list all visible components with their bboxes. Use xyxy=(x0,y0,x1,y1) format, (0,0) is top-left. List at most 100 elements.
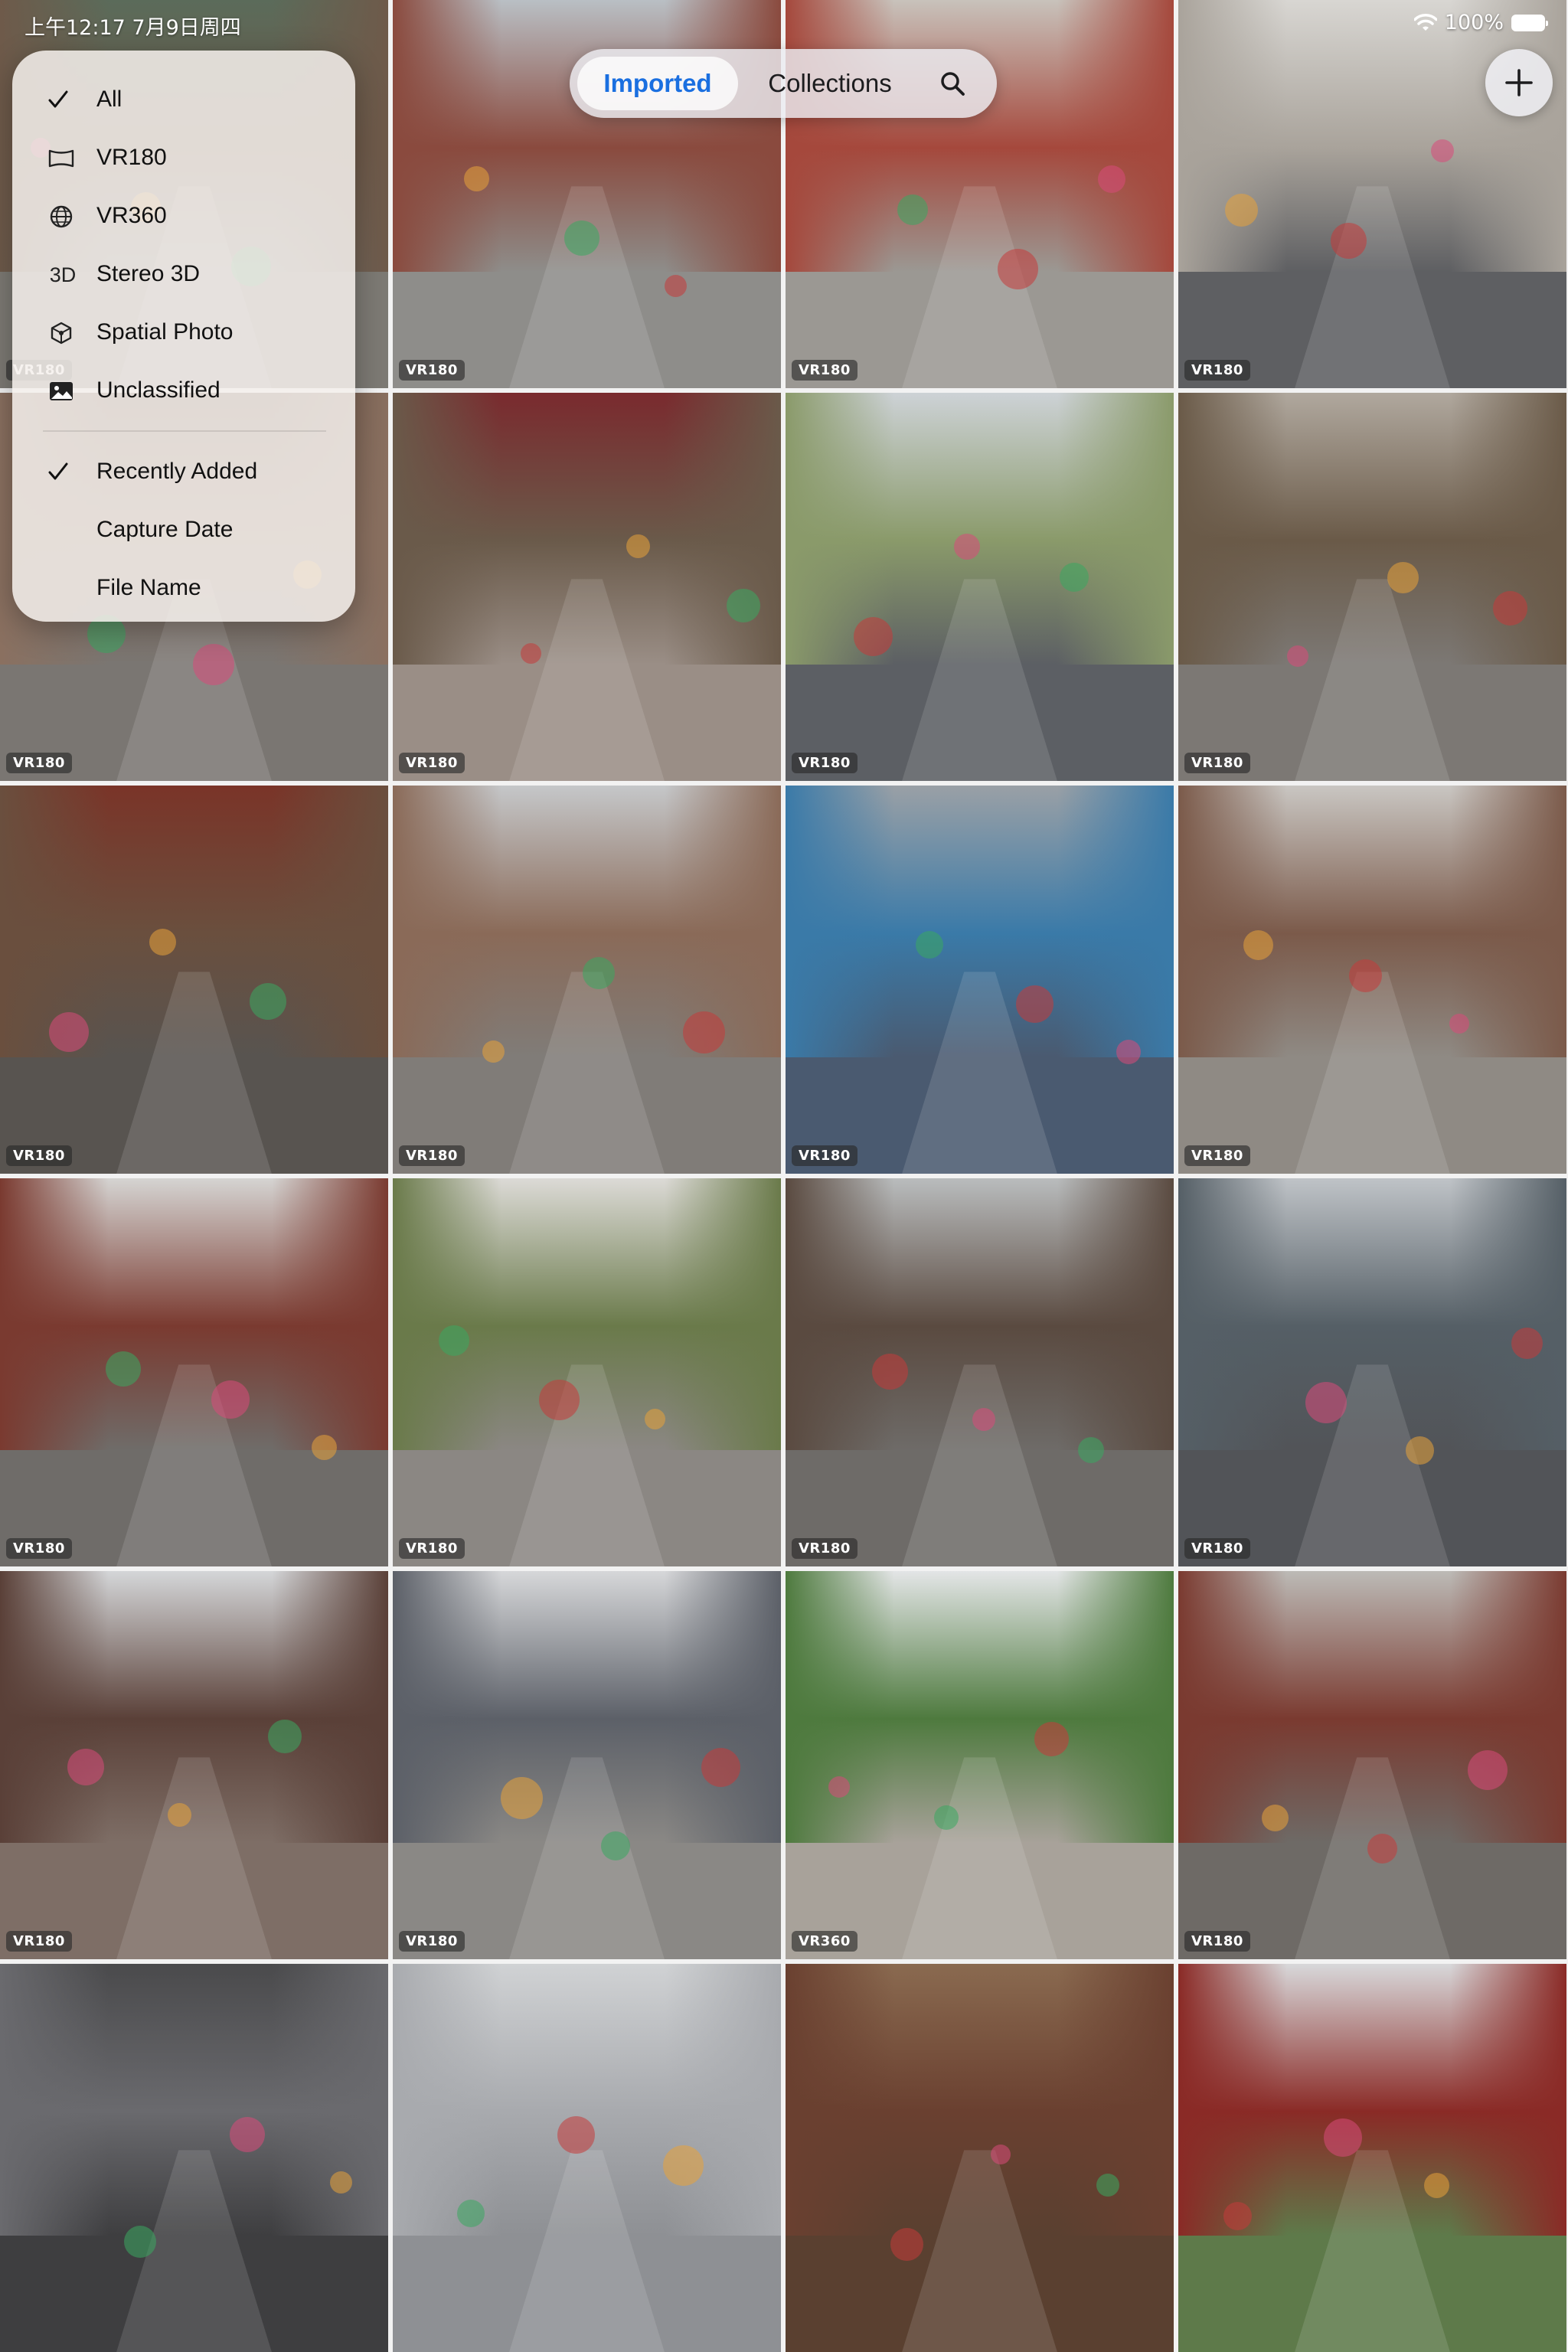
thumbnail-detail xyxy=(854,617,893,656)
thumbnail-detail xyxy=(1511,1328,1543,1359)
thumbnail-detail xyxy=(998,249,1038,289)
format-badge: VR180 xyxy=(399,753,465,773)
menu-item-label: VR180 xyxy=(96,145,167,170)
thumbnail-building xyxy=(1057,1571,1174,1863)
thumbnail-detail xyxy=(890,2228,923,2261)
thumbnail-building xyxy=(1449,1964,1566,2256)
thumbnail-detail xyxy=(149,929,176,956)
photo-thumbnail[interactable]: VR180 xyxy=(1178,786,1566,1174)
photo-thumbnail[interactable] xyxy=(786,1964,1174,2352)
format-badge: VR180 xyxy=(1184,753,1250,773)
thumbnail-building xyxy=(664,1178,781,1470)
thumbnail-building xyxy=(271,786,388,1077)
thumbnail-detail xyxy=(872,1354,908,1390)
thumbnail-building xyxy=(1449,0,1566,292)
photo-thumbnail[interactable] xyxy=(393,1964,781,2352)
photo-thumbnail[interactable]: VR180 xyxy=(786,786,1174,1174)
photo-thumbnail[interactable]: VR180 xyxy=(0,1571,388,1959)
thumbnail-building xyxy=(786,1178,894,1470)
status-time-date: 上午12:17 7月9日周四 xyxy=(24,16,241,40)
thumbnail-building xyxy=(664,393,781,684)
thumbnail-building xyxy=(0,1571,109,1863)
thumbnail-building xyxy=(0,1964,109,2256)
tab-collections[interactable]: Collections xyxy=(738,57,922,110)
thumbnail-detail xyxy=(1223,2202,1252,2230)
thumbnail-detail xyxy=(124,2226,156,2258)
thumbnail-detail xyxy=(564,220,599,256)
thumbnail-detail xyxy=(1324,2118,1362,2157)
thumbnail-building xyxy=(1449,393,1566,684)
menu-item-unclassified[interactable]: Unclassified xyxy=(12,361,355,420)
filter-sort-menu: All VR180 VR360 3D Stereo 3D Spatial Pho… xyxy=(12,51,355,622)
thumbnail-detail xyxy=(439,1325,469,1356)
photo-thumbnail[interactable]: VR180 xyxy=(1178,1178,1566,1566)
thumbnail-detail xyxy=(683,1011,725,1054)
thumbnail-detail xyxy=(1060,563,1089,592)
thumbnail-detail xyxy=(828,1776,850,1798)
thumbnail-detail xyxy=(1431,139,1454,162)
menu-item-capture-date[interactable]: Capture Date xyxy=(12,501,355,559)
menu-item-spatial-photo[interactable]: Spatial Photo xyxy=(12,303,355,361)
thumbnail-detail xyxy=(211,1380,250,1419)
thumbnail-building xyxy=(271,1964,388,2256)
thumbnail-detail xyxy=(1449,1014,1469,1034)
format-badge: VR180 xyxy=(6,753,72,773)
thumbnail-detail xyxy=(330,2171,352,2194)
menu-item-all[interactable]: All xyxy=(12,70,355,129)
search-button[interactable] xyxy=(922,57,983,110)
thumbnail-detail xyxy=(916,931,943,959)
format-badge: VR180 xyxy=(1184,360,1250,381)
photo-thumbnail[interactable]: VR180 xyxy=(1178,1571,1566,1959)
thumbnail-detail xyxy=(1243,930,1273,960)
thumbnail-building xyxy=(1449,1571,1566,1863)
menu-item-recently-added[interactable]: Recently Added xyxy=(12,443,355,501)
tab-imported[interactable]: Imported xyxy=(577,57,738,110)
search-icon xyxy=(941,72,965,96)
thumbnail-detail xyxy=(268,1720,302,1753)
photo-thumbnail[interactable]: VR180 xyxy=(786,1178,1174,1566)
thumbnail-building xyxy=(786,0,894,292)
photo-thumbnail[interactable]: VR180 xyxy=(393,786,781,1174)
thumbnail-detail xyxy=(539,1380,580,1420)
photo-thumbnail[interactable]: VR180 xyxy=(0,1178,388,1566)
thumbnail-detail xyxy=(1387,562,1419,593)
thumbnail-building xyxy=(393,393,501,684)
thumbnail-building xyxy=(1178,0,1287,292)
photo-thumbnail[interactable]: VR180 xyxy=(393,1178,781,1566)
thumbnail-detail xyxy=(168,1803,191,1827)
thumbnail-building xyxy=(393,786,501,1077)
thumbnail-building xyxy=(786,1571,894,1863)
photo-thumbnail[interactable]: VR180 xyxy=(393,1571,781,1959)
photo-thumbnail[interactable]: VR180 xyxy=(786,393,1174,781)
thumbnail-detail xyxy=(49,1012,89,1052)
menu-item-vr180[interactable]: VR180 xyxy=(12,129,355,187)
vr180-icon xyxy=(47,145,75,172)
format-badge: VR180 xyxy=(399,1145,465,1166)
add-button[interactable] xyxy=(1485,49,1553,116)
menu-item-label: VR360 xyxy=(96,203,167,228)
thumbnail-building xyxy=(786,786,894,1077)
photo-thumbnail[interactable] xyxy=(1178,1964,1566,2352)
thumbnail-detail xyxy=(1016,985,1054,1023)
thumbnail-building xyxy=(1057,393,1174,684)
wifi-icon xyxy=(1413,13,1437,31)
photo-thumbnail[interactable]: VR180 xyxy=(0,786,388,1174)
photo-thumbnail[interactable]: VR180 xyxy=(1178,393,1566,781)
thumbnail-detail xyxy=(1287,645,1308,667)
photo-thumbnail[interactable]: VR180 xyxy=(393,393,781,781)
thumbnail-building xyxy=(1178,393,1287,684)
cube-icon xyxy=(47,320,75,346)
thumbnail-detail xyxy=(521,643,541,664)
menu-item-file-name[interactable]: File Name xyxy=(12,559,355,617)
format-badge: VR180 xyxy=(399,360,465,381)
thumbnail-detail xyxy=(663,2145,704,2186)
thumbnail-building xyxy=(1057,1964,1174,2256)
menu-item-label: All xyxy=(96,87,122,112)
photo-thumbnail[interactable]: VR360 xyxy=(786,1571,1174,1959)
thumbnail-detail xyxy=(1078,1437,1104,1463)
menu-item-vr360[interactable]: VR360 xyxy=(12,187,355,245)
thumbnail-building xyxy=(786,1964,894,2256)
menu-item-stereo-3d[interactable]: 3D Stereo 3D xyxy=(12,245,355,303)
photo-thumbnail[interactable] xyxy=(0,1964,388,2352)
format-badge: VR180 xyxy=(399,1931,465,1952)
